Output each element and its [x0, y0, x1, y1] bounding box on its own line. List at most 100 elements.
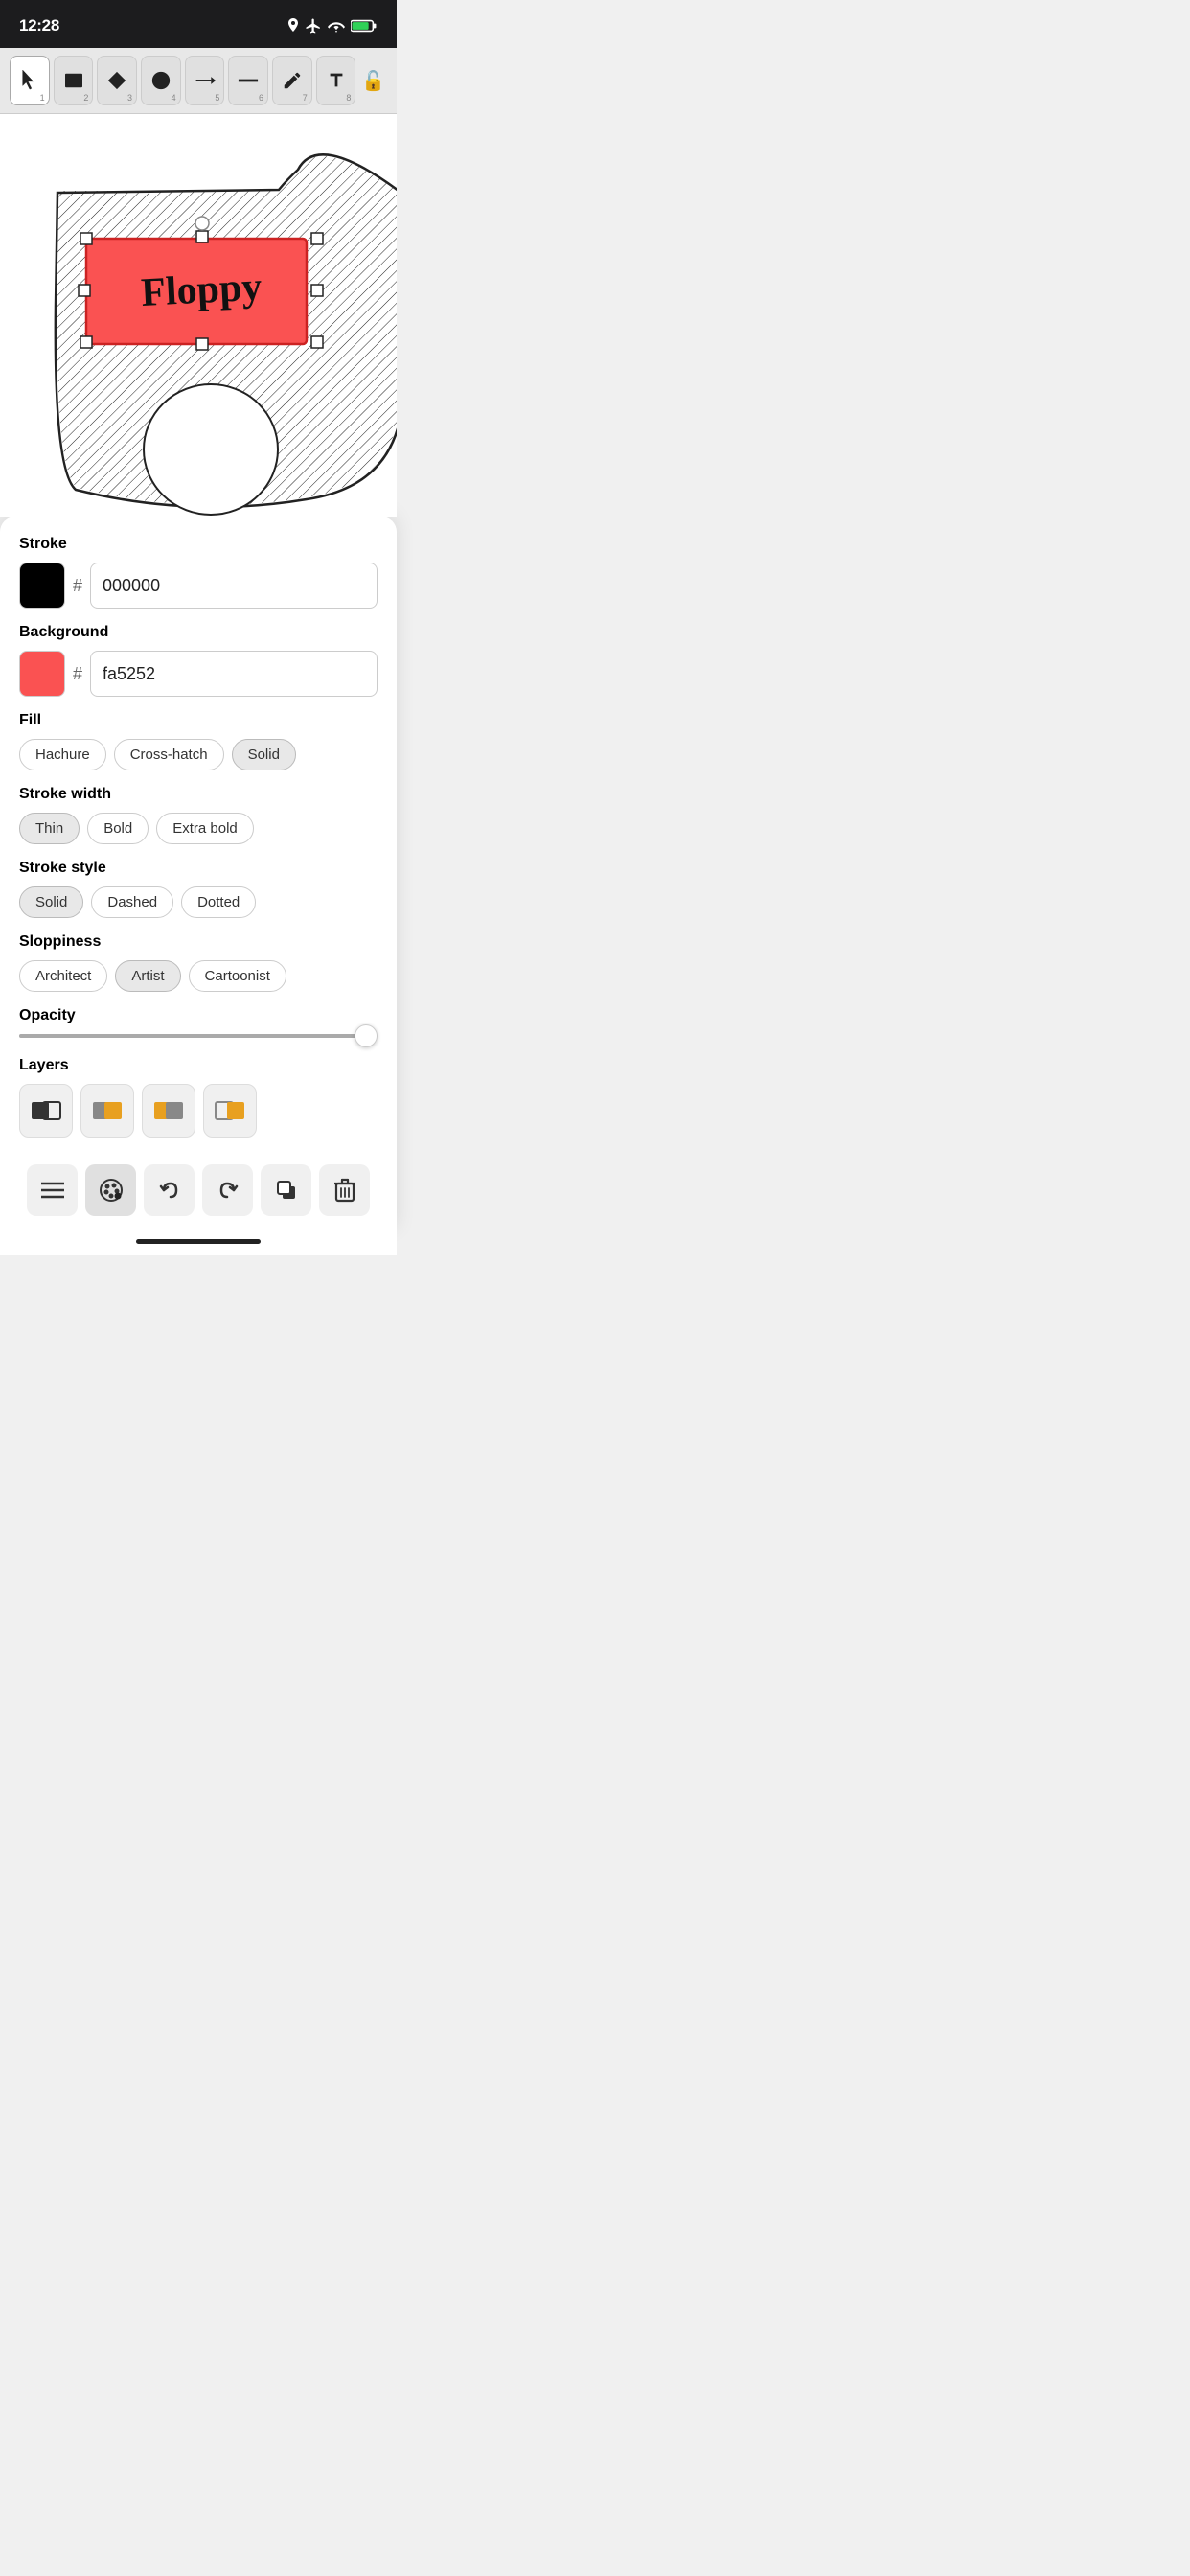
stroke-hash: #	[73, 576, 82, 596]
tool-line[interactable]: 6	[228, 56, 268, 105]
stroke-swatch[interactable]	[19, 563, 65, 609]
sloppiness-chip-row: Architect Artist Cartoonist	[19, 960, 378, 992]
tool-num-6: 6	[259, 93, 263, 103]
stroke-solid-chip[interactable]: Solid	[19, 886, 83, 918]
sloppiness-label: Sloppiness	[19, 933, 378, 951]
background-swatch[interactable]	[19, 651, 65, 697]
tool-num-8: 8	[346, 93, 351, 103]
line-icon	[238, 76, 259, 85]
tool-select[interactable]: 1	[10, 56, 50, 105]
tool-diamond[interactable]: 3	[97, 56, 137, 105]
home-indicator	[0, 1231, 397, 1255]
tool-text[interactable]: 8	[316, 56, 356, 105]
stroke-style-section: Stroke style Solid Dashed Dotted	[19, 860, 378, 918]
undo-button[interactable]	[144, 1164, 195, 1216]
fill-crosshatch-chip[interactable]: Cross-hatch	[114, 739, 224, 770]
status-icons	[287, 17, 378, 34]
trash-icon	[334, 1178, 355, 1203]
layer-chip-2[interactable]	[80, 1084, 134, 1138]
airplane-icon	[305, 17, 322, 34]
palette-button[interactable]	[85, 1164, 136, 1216]
status-time: 12:28	[19, 16, 59, 35]
undo-icon	[157, 1178, 182, 1203]
tool-num-3: 3	[127, 93, 132, 103]
canvas-area[interactable]: Floppy	[0, 114, 397, 517]
hamburger-icon	[41, 1182, 64, 1199]
status-bar: 12:28	[0, 0, 397, 48]
redo-icon	[216, 1178, 240, 1203]
stroke-width-chip-row: Thin Bold Extra bold	[19, 813, 378, 844]
stroke-dotted-chip[interactable]: Dotted	[181, 886, 256, 918]
properties-panel: Stroke # Background # Fill Hachure Cross…	[0, 517, 397, 1231]
layer-icon-3	[150, 1092, 187, 1129]
layer-chip-1[interactable]	[19, 1084, 73, 1138]
hamburger-button[interactable]	[27, 1164, 78, 1216]
tool-num-1: 1	[40, 93, 45, 103]
layers-label: Layers	[19, 1057, 378, 1074]
fill-section: Fill Hachure Cross-hatch Solid	[19, 712, 378, 770]
battery-icon	[351, 19, 378, 33]
tool-num-2: 2	[83, 93, 88, 103]
sloppiness-section: Sloppiness Architect Artist Cartoonist	[19, 933, 378, 992]
layer-chip-4[interactable]	[203, 1084, 257, 1138]
tool-pen[interactable]: 7	[272, 56, 312, 105]
lock-icon: 🔓	[361, 69, 385, 93]
stroke-section: Stroke #	[19, 536, 378, 609]
stroke-extrabold-chip[interactable]: Extra bold	[156, 813, 254, 844]
lock-button[interactable]: 🔓	[359, 63, 387, 98]
home-bar	[136, 1239, 261, 1244]
fill-hachure-chip[interactable]: Hachure	[19, 739, 106, 770]
background-label: Background	[19, 624, 378, 641]
opacity-track	[19, 1034, 378, 1038]
layers-chips	[19, 1084, 378, 1138]
stroke-dashed-chip[interactable]: Dashed	[91, 886, 173, 918]
layers-section: Layers	[19, 1057, 378, 1138]
bottom-action-bar	[19, 1153, 378, 1231]
redo-button[interactable]	[202, 1164, 253, 1216]
toolbar: 1 2 3 4 5 6 7	[0, 48, 397, 114]
fill-label: Fill	[19, 712, 378, 729]
copy-icon	[275, 1179, 298, 1202]
sloppiness-cartoonist-chip[interactable]: Cartoonist	[189, 960, 286, 992]
sloppiness-artist-chip[interactable]: Artist	[115, 960, 180, 992]
duplicate-button[interactable]	[261, 1164, 311, 1216]
cursor-icon	[19, 70, 40, 91]
pen-icon	[282, 70, 303, 91]
rect-icon	[63, 72, 84, 89]
tool-arrow[interactable]: 5	[185, 56, 225, 105]
stroke-hex-input[interactable]	[90, 563, 378, 609]
floppy-disk-drawing: Floppy	[56, 154, 397, 515]
diamond-icon	[106, 70, 127, 91]
tool-num-4: 4	[172, 93, 176, 103]
background-color-row: #	[19, 651, 378, 697]
wifi-icon	[328, 19, 345, 33]
background-hex-input[interactable]	[90, 651, 378, 697]
background-hash: #	[73, 664, 82, 684]
stroke-style-label: Stroke style	[19, 860, 378, 877]
layer-icon-4	[212, 1092, 248, 1129]
background-section: Background #	[19, 624, 378, 697]
stroke-label: Stroke	[19, 536, 378, 553]
arrow-icon	[195, 73, 216, 88]
stroke-bold-chip[interactable]: Bold	[87, 813, 149, 844]
opacity-label: Opacity	[19, 1007, 378, 1024]
trash-button[interactable]	[319, 1164, 370, 1216]
layer-icon-2	[89, 1092, 126, 1129]
stroke-style-chip-row: Solid Dashed Dotted	[19, 886, 378, 918]
palette-icon	[99, 1178, 124, 1203]
stroke-thin-chip[interactable]: Thin	[19, 813, 80, 844]
opacity-slider-container[interactable]	[19, 1034, 378, 1038]
tool-num-7: 7	[303, 93, 308, 103]
stroke-width-section: Stroke width Thin Bold Extra bold	[19, 786, 378, 844]
fill-chip-row: Hachure Cross-hatch Solid	[19, 739, 378, 770]
tool-rectangle[interactable]: 2	[54, 56, 94, 105]
fill-solid-chip[interactable]: Solid	[232, 739, 296, 770]
layer-chip-3[interactable]	[142, 1084, 195, 1138]
text-icon	[326, 70, 347, 91]
ellipse-icon	[150, 70, 172, 91]
sloppiness-architect-chip[interactable]: Architect	[19, 960, 107, 992]
canvas-svg: Floppy	[0, 114, 397, 517]
tool-ellipse[interactable]: 4	[141, 56, 181, 105]
tool-num-5: 5	[215, 93, 219, 103]
opacity-thumb[interactable]	[355, 1024, 378, 1047]
